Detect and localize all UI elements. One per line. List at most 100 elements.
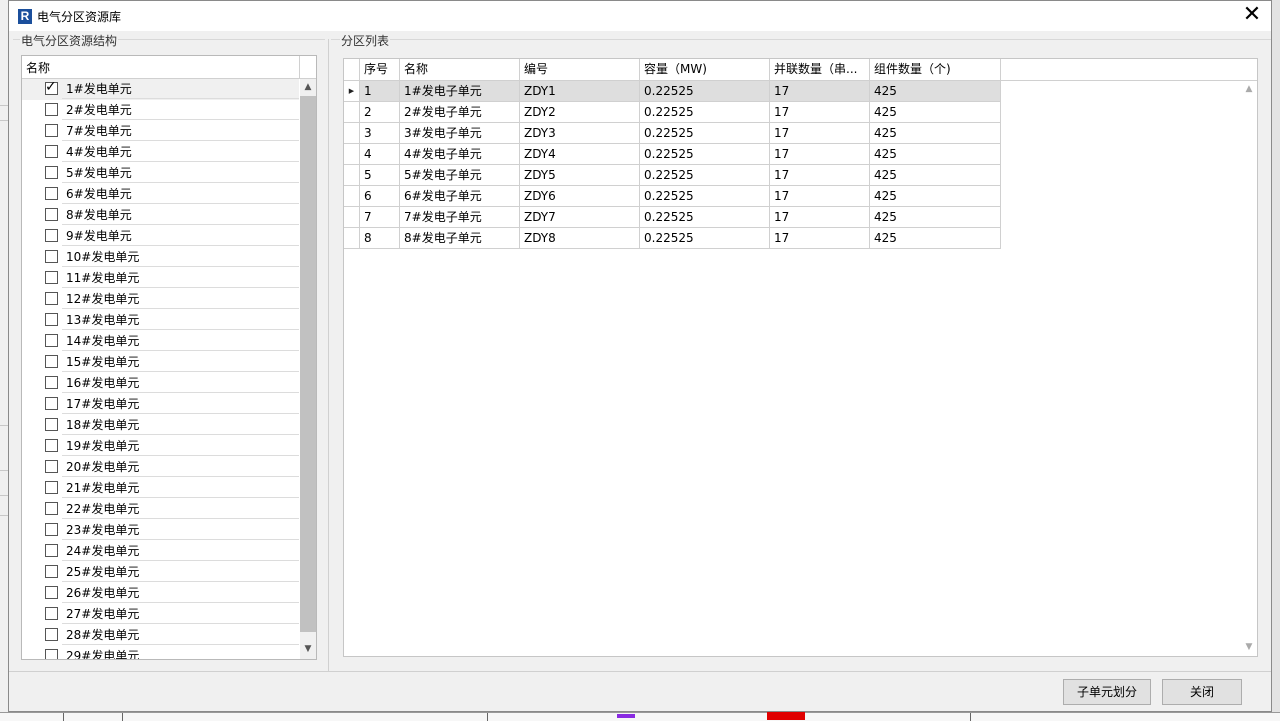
tree-item[interactable]: 23#发电单元 [22, 520, 299, 541]
tree-item[interactable]: 22#发电单元 [22, 499, 299, 520]
table-cell-col-module-count[interactable]: 425 [870, 81, 1001, 102]
table-cell-col-index[interactable]: 4 [360, 144, 400, 165]
tree-item-checkbox[interactable] [45, 229, 58, 242]
table-cell-col-code[interactable]: ZDY5 [520, 165, 640, 186]
close-icon[interactable]: ✕ [1239, 3, 1265, 29]
table-cell-col-parallel-count[interactable]: 17 [770, 165, 870, 186]
tree-item[interactable]: 14#发电单元 [22, 331, 299, 352]
close-button[interactable]: 关闭 [1162, 679, 1242, 705]
table-cell-col-index[interactable]: 8 [360, 228, 400, 249]
table-cell-col-name[interactable]: 6#发电子单元 [400, 186, 520, 207]
table-cell-col-parallel-count[interactable]: 17 [770, 207, 870, 228]
tree-item-checkbox[interactable] [45, 607, 58, 620]
row-header[interactable] [344, 102, 360, 123]
grid-header-col-parallel-count[interactable]: 并联数量（串... [770, 59, 870, 80]
table-cell-col-capacity[interactable]: 0.22525 [640, 144, 770, 165]
scrollbar-thumb[interactable] [300, 96, 316, 632]
tree-item[interactable]: 15#发电单元 [22, 352, 299, 373]
table-cell-col-module-count[interactable]: 425 [870, 165, 1001, 186]
table-cell-col-module-count[interactable]: 425 [870, 102, 1001, 123]
tree-item-checkbox[interactable] [45, 355, 58, 368]
grid-header-col-index[interactable]: 序号 [360, 59, 400, 80]
table-cell-col-capacity[interactable]: 0.22525 [640, 186, 770, 207]
tree-item-checkbox[interactable] [45, 502, 58, 515]
tree-item[interactable]: 20#发电单元 [22, 457, 299, 478]
table-cell-col-parallel-count[interactable]: 17 [770, 81, 870, 102]
row-header[interactable] [344, 228, 360, 249]
table-cell-col-code[interactable]: ZDY4 [520, 144, 640, 165]
tree-item[interactable]: 2#发电单元 [22, 100, 299, 121]
tree-item-checkbox[interactable] [45, 292, 58, 305]
tree-item-checkbox[interactable] [45, 523, 58, 536]
table-cell-col-parallel-count[interactable]: 17 [770, 102, 870, 123]
table-cell-col-index[interactable]: 2 [360, 102, 400, 123]
table-cell-col-name[interactable]: 5#发电子单元 [400, 165, 520, 186]
table-row[interactable]: ▶ 1 1#发电子单元 ZDY1 0.22525 17 425 [344, 81, 1240, 102]
tree-item-checkbox[interactable] [45, 565, 58, 578]
tree-item[interactable]: 25#发电单元 [22, 562, 299, 583]
tree-item-checkbox[interactable] [45, 649, 58, 659]
table-cell-col-name[interactable]: 1#发电子单元 [400, 81, 520, 102]
table-cell-col-module-count[interactable]: 425 [870, 186, 1001, 207]
table-cell-col-name[interactable]: 2#发电子单元 [400, 102, 520, 123]
tree-item[interactable]: 28#发电单元 [22, 625, 299, 646]
current-row-arrow-icon[interactable]: ▶ [344, 81, 360, 102]
tree-item-checkbox[interactable] [45, 439, 58, 452]
grid-header-col-name[interactable]: 名称 [400, 59, 520, 80]
tree-item-checkbox[interactable] [45, 208, 58, 221]
table-cell-col-parallel-count[interactable]: 17 [770, 228, 870, 249]
table-cell-col-code[interactable]: ZDY2 [520, 102, 640, 123]
tree-item-checkbox[interactable] [45, 376, 58, 389]
tree-item-checkbox[interactable] [45, 250, 58, 263]
table-cell-col-code[interactable]: ZDY1 [520, 81, 640, 102]
table-cell-col-name[interactable]: 7#发电子单元 [400, 207, 520, 228]
table-cell-col-code[interactable]: ZDY6 [520, 186, 640, 207]
tree-item[interactable]: 9#发电单元 [22, 226, 299, 247]
tree-item[interactable]: 21#发电单元 [22, 478, 299, 499]
tree-item[interactable]: 4#发电单元 [22, 142, 299, 163]
table-cell-col-module-count[interactable]: 425 [870, 144, 1001, 165]
table-cell-col-capacity[interactable]: 0.22525 [640, 207, 770, 228]
table-row[interactable]: 7 7#发电子单元 ZDY7 0.22525 17 425 [344, 207, 1240, 228]
table-cell-col-parallel-count[interactable]: 17 [770, 123, 870, 144]
table-cell-col-code[interactable]: ZDY3 [520, 123, 640, 144]
tree-item[interactable]: ✓ 1#发电单元 [22, 79, 299, 100]
table-cell-col-code[interactable]: ZDY7 [520, 207, 640, 228]
tree-item-checkbox[interactable] [45, 418, 58, 431]
tree-item[interactable]: 18#发电单元 [22, 415, 299, 436]
tree-item[interactable]: 6#发电单元 [22, 184, 299, 205]
scroll-up-icon[interactable]: ▲ [1241, 81, 1257, 97]
grid-header-col-module-count[interactable]: 组件数量（个) [870, 59, 1001, 80]
tree-item[interactable]: 27#发电单元 [22, 604, 299, 625]
table-cell-col-index[interactable]: 5 [360, 165, 400, 186]
tree-item-checkbox[interactable] [45, 544, 58, 557]
tree-item[interactable]: 10#发电单元 [22, 247, 299, 268]
table-cell-col-parallel-count[interactable]: 17 [770, 186, 870, 207]
tree-item[interactable]: 16#发电单元 [22, 373, 299, 394]
tree-item[interactable]: 8#发电单元 [22, 205, 299, 226]
tree-item[interactable]: 19#发电单元 [22, 436, 299, 457]
tree-item-checkbox[interactable] [45, 334, 58, 347]
table-cell-col-code[interactable]: ZDY8 [520, 228, 640, 249]
table-row[interactable]: 3 3#发电子单元 ZDY3 0.22525 17 425 [344, 123, 1240, 144]
tree-item-checkbox[interactable] [45, 460, 58, 473]
grid-header-col-capacity[interactable]: 容量（MW) [640, 59, 770, 80]
table-cell-col-index[interactable]: 7 [360, 207, 400, 228]
table-row[interactable]: 6 6#发电子单元 ZDY6 0.22525 17 425 [344, 186, 1240, 207]
table-cell-col-name[interactable]: 3#发电子单元 [400, 123, 520, 144]
table-cell-col-index[interactable]: 1 [360, 81, 400, 102]
table-cell-col-module-count[interactable]: 425 [870, 207, 1001, 228]
tree-item-checkbox[interactable]: ✓ [45, 79, 58, 95]
tree-item[interactable]: 5#发电单元 [22, 163, 299, 184]
tree-item-checkbox[interactable] [45, 628, 58, 641]
tree-item-checkbox[interactable] [45, 166, 58, 179]
tree-item[interactable]: 11#发电单元 [22, 268, 299, 289]
tree-item-checkbox[interactable] [45, 313, 58, 326]
table-row[interactable]: 4 4#发电子单元 ZDY4 0.22525 17 425 [344, 144, 1240, 165]
tree-item[interactable]: 13#发电单元 [22, 310, 299, 331]
table-cell-col-name[interactable]: 8#发电子单元 [400, 228, 520, 249]
tree-item-checkbox[interactable] [45, 124, 58, 137]
tree-item-checkbox[interactable] [45, 397, 58, 410]
tree-item-checkbox[interactable] [45, 271, 58, 284]
table-row[interactable]: 8 8#发电子单元 ZDY8 0.22525 17 425 [344, 228, 1240, 249]
